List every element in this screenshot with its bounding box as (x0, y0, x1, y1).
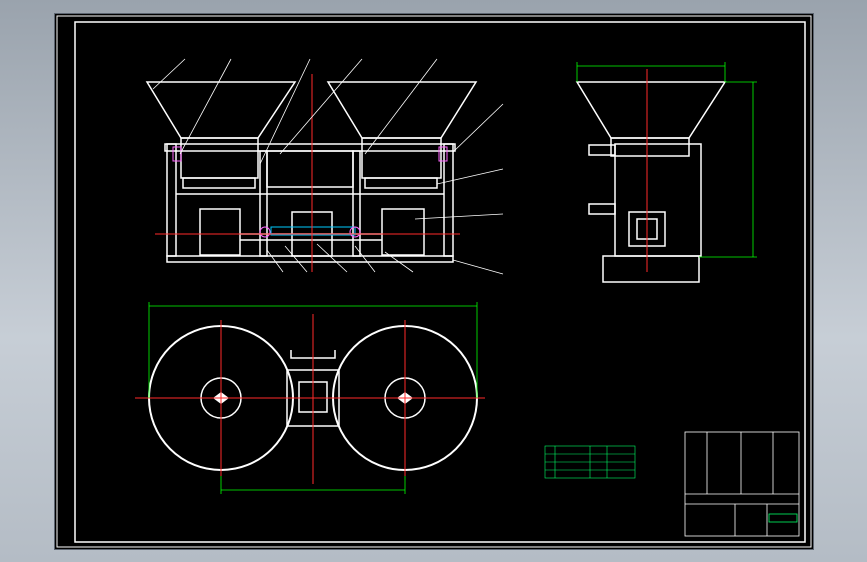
front-base (166, 255, 454, 263)
front-leaders (152, 58, 504, 275)
drawing-sheet (55, 14, 813, 549)
top-centerlines (135, 314, 485, 484)
right-bracket (438, 146, 448, 162)
side-frame (614, 143, 702, 257)
right-rotor-plate (364, 177, 438, 189)
cad-drawing (56, 15, 812, 548)
title-block (684, 431, 800, 537)
left-rotor-plate (182, 177, 256, 189)
left-hopper (145, 81, 297, 139)
frame-top-rail (164, 143, 456, 152)
bom-table (544, 445, 636, 479)
left-gearbox (199, 208, 241, 256)
right-hopper (326, 81, 478, 139)
coupling-left (259, 226, 271, 238)
title-block-highlight (768, 513, 798, 523)
side-view (575, 81, 727, 283)
side-bracket-bottom (588, 203, 616, 215)
frame-center-box (266, 150, 354, 188)
left-bracket (172, 146, 182, 162)
side-base (602, 255, 700, 283)
side-dimensions (576, 62, 757, 258)
front-view-details (172, 146, 448, 238)
right-gearbox (381, 208, 425, 256)
side-hopper (575, 81, 727, 139)
side-hopper-neck (610, 137, 690, 157)
